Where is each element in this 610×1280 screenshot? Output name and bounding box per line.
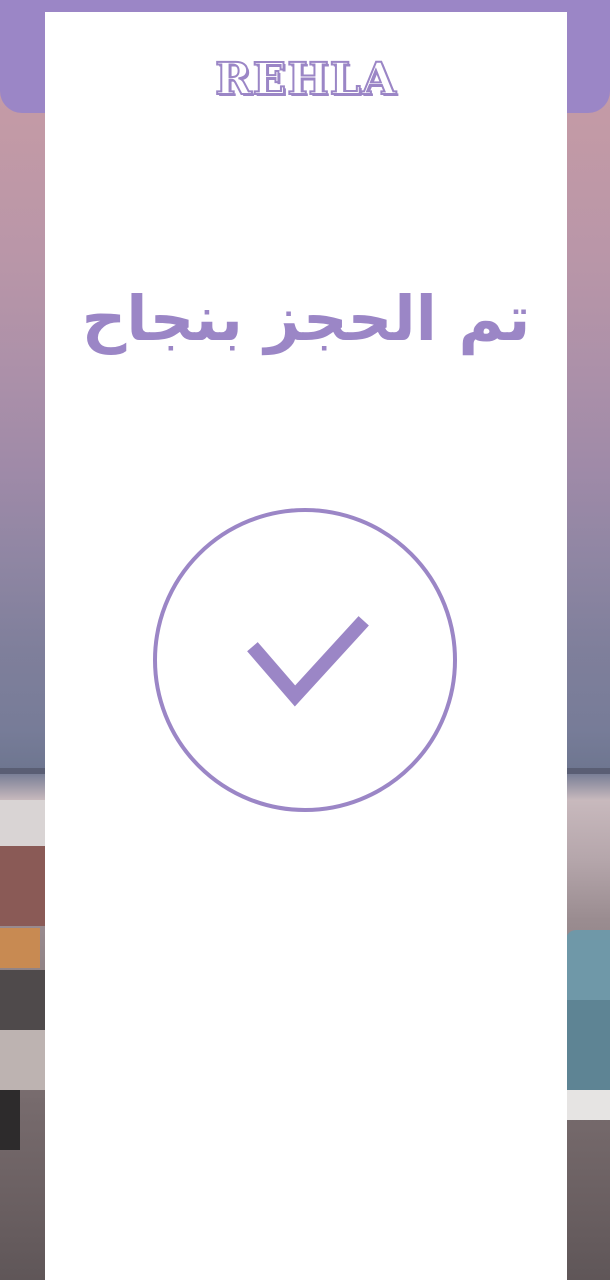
booking-success-title: تم الحجز بنجاح	[81, 282, 531, 355]
checkmark-circle-icon	[153, 508, 457, 812]
app-logo: REHLA	[214, 54, 397, 105]
background-van-right	[566, 920, 610, 1120]
confirmation-card: REHLA تم الحجز بنجاح	[45, 12, 567, 1280]
background-van-left	[0, 800, 46, 1150]
checkmark-icon	[247, 616, 369, 707]
